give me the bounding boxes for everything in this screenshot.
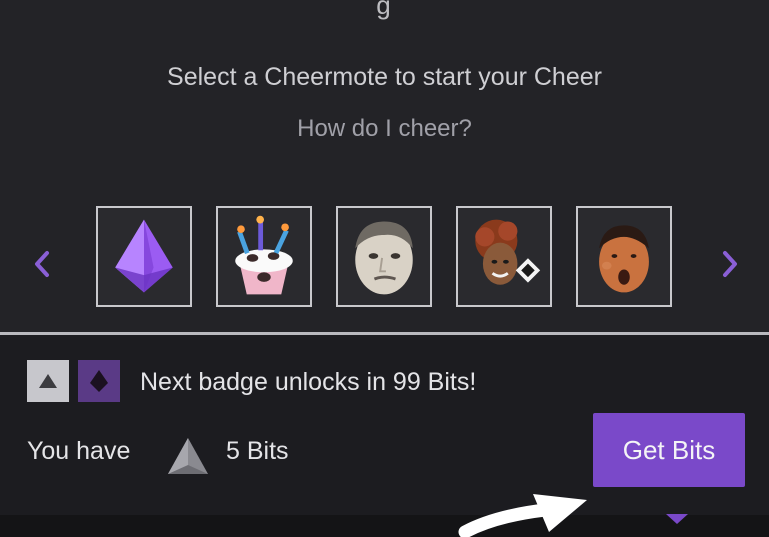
current-badge xyxy=(27,360,69,402)
chevron-right-icon xyxy=(723,251,737,277)
carousel-next-button[interactable] xyxy=(710,236,750,292)
cupcake-icon xyxy=(218,208,310,305)
cheer-panel: g Select a Cheermote to start your Cheer… xyxy=(0,0,769,537)
footer-strip xyxy=(0,515,769,537)
cheermote-selector: g Select a Cheermote to start your Cheer… xyxy=(0,0,769,333)
cheer-prompt: Select a Cheermote to start your Cheer xyxy=(167,63,602,91)
next-badge xyxy=(78,360,120,402)
surprised-face-icon xyxy=(578,208,670,305)
kappa-face-icon xyxy=(338,208,430,305)
purple-gem-icon xyxy=(98,208,190,305)
cheermote-cupcake[interactable] xyxy=(216,206,312,307)
bits-balance: 5 Bits xyxy=(226,437,289,465)
carousel-prev-button[interactable] xyxy=(22,236,62,292)
gray-bits-triangle-icon xyxy=(168,438,208,474)
pointer-arrow-icon xyxy=(458,494,587,537)
cheermote-curly-face[interactable] xyxy=(456,206,552,307)
header-title: g xyxy=(376,0,393,20)
cheermote-surprised-face[interactable] xyxy=(576,206,672,307)
curly-hair-face-icon xyxy=(458,208,550,305)
get-bits-button[interactable]: Get Bits xyxy=(593,413,745,487)
cheermote-kappa[interactable] xyxy=(336,206,432,307)
how-do-i-cheer-link[interactable]: How do I cheer? xyxy=(0,115,769,143)
balance-label: You have xyxy=(27,437,131,465)
chevron-left-icon xyxy=(35,251,49,277)
next-badge-message: Next badge unlocks in 99 Bits! xyxy=(140,368,477,396)
gray-triangle-badge-icon xyxy=(39,374,57,388)
cheermote-gem[interactable] xyxy=(96,206,192,307)
caret-down-icon[interactable] xyxy=(664,512,690,526)
purple-gem-badge-icon xyxy=(90,370,108,392)
